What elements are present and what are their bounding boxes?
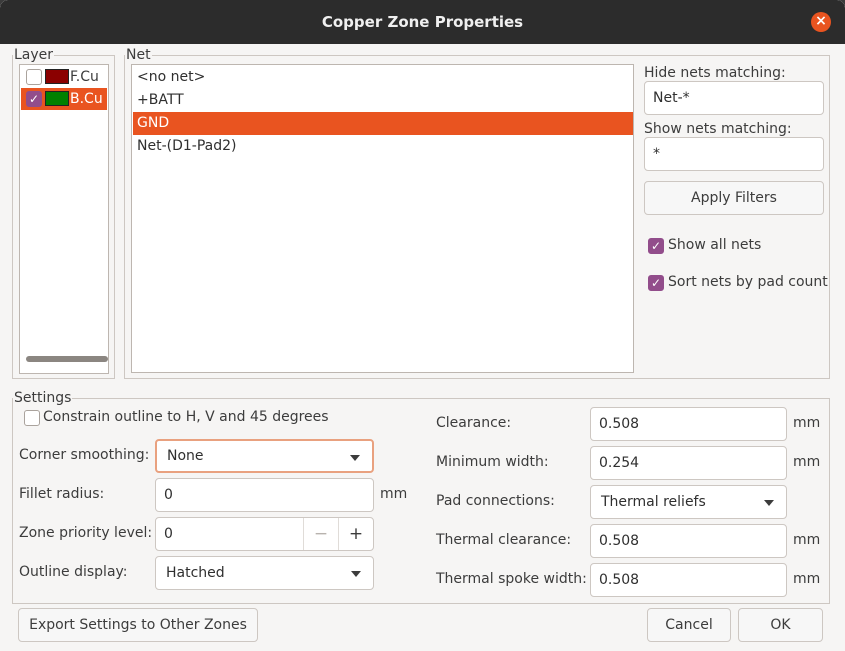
net-item[interactable]: Net-(D1-Pad2) bbox=[133, 135, 633, 158]
sort-nets-checkbox[interactable]: ✓ bbox=[648, 275, 664, 291]
pad-connections-value: Thermal reliefs bbox=[601, 494, 706, 510]
show-all-nets-label: Show all nets bbox=[668, 237, 762, 253]
chevron-down-icon bbox=[764, 500, 774, 506]
increment-button[interactable]: + bbox=[338, 518, 373, 550]
outline-display-label: Outline display: bbox=[19, 564, 128, 580]
chevron-down-icon bbox=[350, 455, 360, 461]
net-item[interactable]: +BATT bbox=[133, 89, 633, 112]
close-icon[interactable]: × bbox=[811, 12, 831, 32]
thermal-spoke-width-unit: mm bbox=[793, 571, 821, 587]
sort-nets-label: Sort nets by pad count bbox=[668, 274, 828, 290]
pad-connections-label: Pad connections: bbox=[436, 493, 555, 509]
ok-button[interactable]: OK bbox=[738, 608, 823, 642]
pad-connections-dropdown[interactable]: Thermal reliefs bbox=[590, 485, 787, 519]
copper-zone-dialog: Copper Zone Properties × Layer F.Cu ✓ B.… bbox=[0, 0, 845, 651]
layer-checkbox-fcu[interactable] bbox=[26, 69, 42, 85]
layer-item-fcu[interactable]: F.Cu bbox=[21, 66, 107, 88]
fillet-radius-input[interactable]: 0 bbox=[155, 478, 374, 512]
thermal-clearance-label: Thermal clearance: bbox=[436, 532, 572, 548]
net-item[interactable]: <no net> bbox=[133, 66, 633, 89]
outline-display-value: Hatched bbox=[166, 565, 225, 581]
fillet-radius-label: Fillet radius: bbox=[19, 486, 105, 502]
layer-color-swatch-fcu bbox=[45, 69, 69, 84]
show-nets-input[interactable]: * bbox=[644, 137, 824, 171]
settings-group-label: Settings bbox=[13, 390, 73, 406]
hide-nets-input[interactable]: Net-* bbox=[644, 81, 824, 115]
corner-smoothing-label: Corner smoothing: bbox=[19, 447, 150, 463]
corner-smoothing-dropdown[interactable]: None bbox=[155, 439, 374, 473]
layer-item-bcu[interactable]: ✓ B.Cu bbox=[21, 88, 107, 110]
minimum-width-input[interactable]: 0.254 bbox=[590, 446, 787, 480]
zone-priority-stepper[interactable]: 0 − + bbox=[155, 517, 374, 551]
layer-group-label: Layer bbox=[13, 47, 55, 63]
thermal-spoke-width-label: Thermal spoke width: bbox=[436, 571, 587, 587]
clearance-input[interactable]: 0.508 bbox=[590, 407, 787, 441]
constrain-outline-label: Constrain outline to H, V and 45 degrees bbox=[43, 409, 329, 425]
layer-name-fcu: F.Cu bbox=[70, 69, 99, 85]
net-list[interactable]: <no net> +BATT GND Net-(D1-Pad2) bbox=[131, 64, 634, 373]
cancel-button[interactable]: Cancel bbox=[647, 608, 731, 642]
layer-list-scrollbar[interactable] bbox=[26, 356, 108, 362]
decrement-button[interactable]: − bbox=[303, 518, 338, 550]
thermal-clearance-unit: mm bbox=[793, 532, 821, 548]
corner-smoothing-value: None bbox=[167, 448, 204, 464]
layer-name-bcu: B.Cu bbox=[70, 91, 103, 107]
layer-checkbox-bcu[interactable]: ✓ bbox=[26, 91, 42, 107]
zone-priority-value: 0 bbox=[164, 526, 173, 542]
hide-nets-label: Hide nets matching: bbox=[644, 65, 786, 81]
clearance-label: Clearance: bbox=[436, 415, 512, 431]
layer-list[interactable]: F.Cu ✓ B.Cu bbox=[19, 64, 109, 374]
minimum-width-unit: mm bbox=[793, 454, 821, 470]
net-item-selected[interactable]: GND bbox=[133, 112, 633, 135]
fillet-radius-unit: mm bbox=[380, 486, 408, 502]
show-nets-label: Show nets matching: bbox=[644, 121, 792, 137]
show-all-nets-checkbox[interactable]: ✓ bbox=[648, 238, 664, 254]
thermal-clearance-input[interactable]: 0.508 bbox=[590, 524, 787, 558]
net-group-label: Net bbox=[125, 47, 152, 63]
zone-priority-label: Zone priority level: bbox=[19, 525, 153, 541]
dialog-title: Copper Zone Properties bbox=[321, 13, 524, 31]
minimum-width-label: Minimum width: bbox=[436, 454, 549, 470]
clearance-unit: mm bbox=[793, 415, 821, 431]
chevron-down-icon bbox=[351, 571, 361, 577]
layer-color-swatch-bcu bbox=[45, 91, 69, 106]
outline-display-dropdown[interactable]: Hatched bbox=[155, 556, 374, 590]
thermal-spoke-width-input[interactable]: 0.508 bbox=[590, 563, 787, 597]
constrain-outline-checkbox[interactable] bbox=[24, 410, 40, 426]
title-bar: Copper Zone Properties × bbox=[0, 0, 845, 44]
apply-filters-button[interactable]: Apply Filters bbox=[644, 181, 824, 215]
export-settings-button[interactable]: Export Settings to Other Zones bbox=[18, 608, 258, 642]
